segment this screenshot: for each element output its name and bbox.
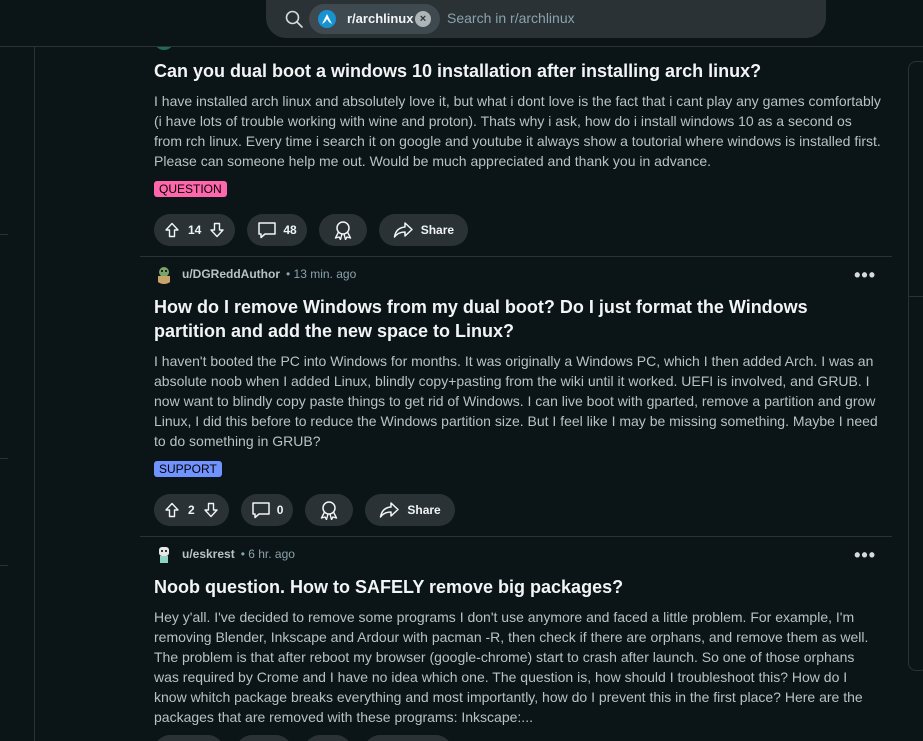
post-actions: 2 0 Share <box>154 494 455 526</box>
award-icon <box>334 221 351 240</box>
more-options-icon[interactable]: ••• <box>854 546 876 564</box>
post-actions <box>154 735 452 741</box>
award-icon <box>321 501 338 520</box>
comment-icon <box>251 502 270 519</box>
upvote-icon[interactable] <box>164 222 180 238</box>
right-sidebar-panel <box>908 61 923 671</box>
post-title[interactable]: How do I remove Windows from my dual boo… <box>154 295 874 343</box>
comment-icon <box>258 222 277 239</box>
award-button[interactable] <box>318 214 367 246</box>
post-title[interactable]: Can you dual boot a windows 10 installat… <box>154 59 874 83</box>
post-time: • 6 hr. ago <box>240 547 295 561</box>
community-chip-label: r/archlinux <box>347 11 414 26</box>
search-bar[interactable]: r/archlinux × Search in r/archlinux <box>266 0 826 38</box>
comment-count: 48 <box>283 223 297 237</box>
vote-count: 14 <box>188 223 202 237</box>
downvote-icon[interactable] <box>209 222 225 238</box>
post-author[interactable]: u/DGReddAuthor <box>182 267 280 281</box>
left-divider-tick <box>0 565 8 566</box>
vote-bar: 2 <box>154 494 229 526</box>
more-options-icon[interactable]: ••• <box>854 266 876 284</box>
post-author[interactable]: u/eskrest <box>182 547 235 561</box>
post-time: • 13 min. ago <box>286 267 357 281</box>
right-panel-divider <box>908 296 923 297</box>
post-flair[interactable]: SUPPORT <box>154 461 222 477</box>
search-input[interactable]: Search in r/archlinux <box>447 10 575 26</box>
comment-count: 0 <box>276 503 284 517</box>
left-divider-tick <box>0 234 8 235</box>
post-title[interactable]: Noob question. How to SAFELY remove big … <box>154 575 874 599</box>
community-filter-chip[interactable]: r/archlinux × <box>309 4 440 34</box>
vote-count: 2 <box>188 503 195 517</box>
post-meta: u/DGReddAuthor • 13 min. ago <box>154 263 356 285</box>
post-flair[interactable]: QUESTION <box>154 181 227 197</box>
post-body: I have installed arch linux and absolute… <box>154 93 881 169</box>
comments-button[interactable]: 48 <box>247 214 307 246</box>
comments-button[interactable] <box>236 735 292 741</box>
close-icon[interactable]: × <box>415 11 431 27</box>
vote-bar <box>154 735 224 741</box>
vote-bar: 14 <box>154 214 236 246</box>
post-actions: 14 48 Share <box>154 214 469 246</box>
post-separator <box>140 536 892 537</box>
post-separator <box>140 256 892 257</box>
downvote-icon[interactable] <box>203 502 219 518</box>
upvote-icon[interactable] <box>164 502 180 518</box>
share-button[interactable] <box>364 735 452 741</box>
post-meta: u/eskrest • 6 hr. ago <box>154 543 295 565</box>
arch-logo-icon <box>318 10 336 28</box>
left-divider <box>34 47 35 741</box>
post-body: Hey y'all. I've decided to remove some p… <box>154 609 869 725</box>
post-body: I haven't booted the PC into Windows for… <box>154 353 878 449</box>
search-icon <box>285 10 303 28</box>
share-button[interactable]: Share <box>365 494 455 526</box>
share-icon <box>380 502 400 518</box>
share-button[interactable]: Share <box>378 214 469 246</box>
left-divider-tick <box>0 458 8 459</box>
award-button[interactable] <box>304 735 352 741</box>
avatar[interactable] <box>154 264 174 284</box>
award-button[interactable] <box>305 494 354 526</box>
share-label: Share <box>420 223 455 237</box>
share-label: Share <box>407 503 441 517</box>
comments-button[interactable]: 0 <box>240 494 294 526</box>
avatar[interactable] <box>154 544 174 564</box>
share-icon <box>393 222 413 238</box>
top-bar: r/archlinux × Search in r/archlinux <box>0 0 923 47</box>
